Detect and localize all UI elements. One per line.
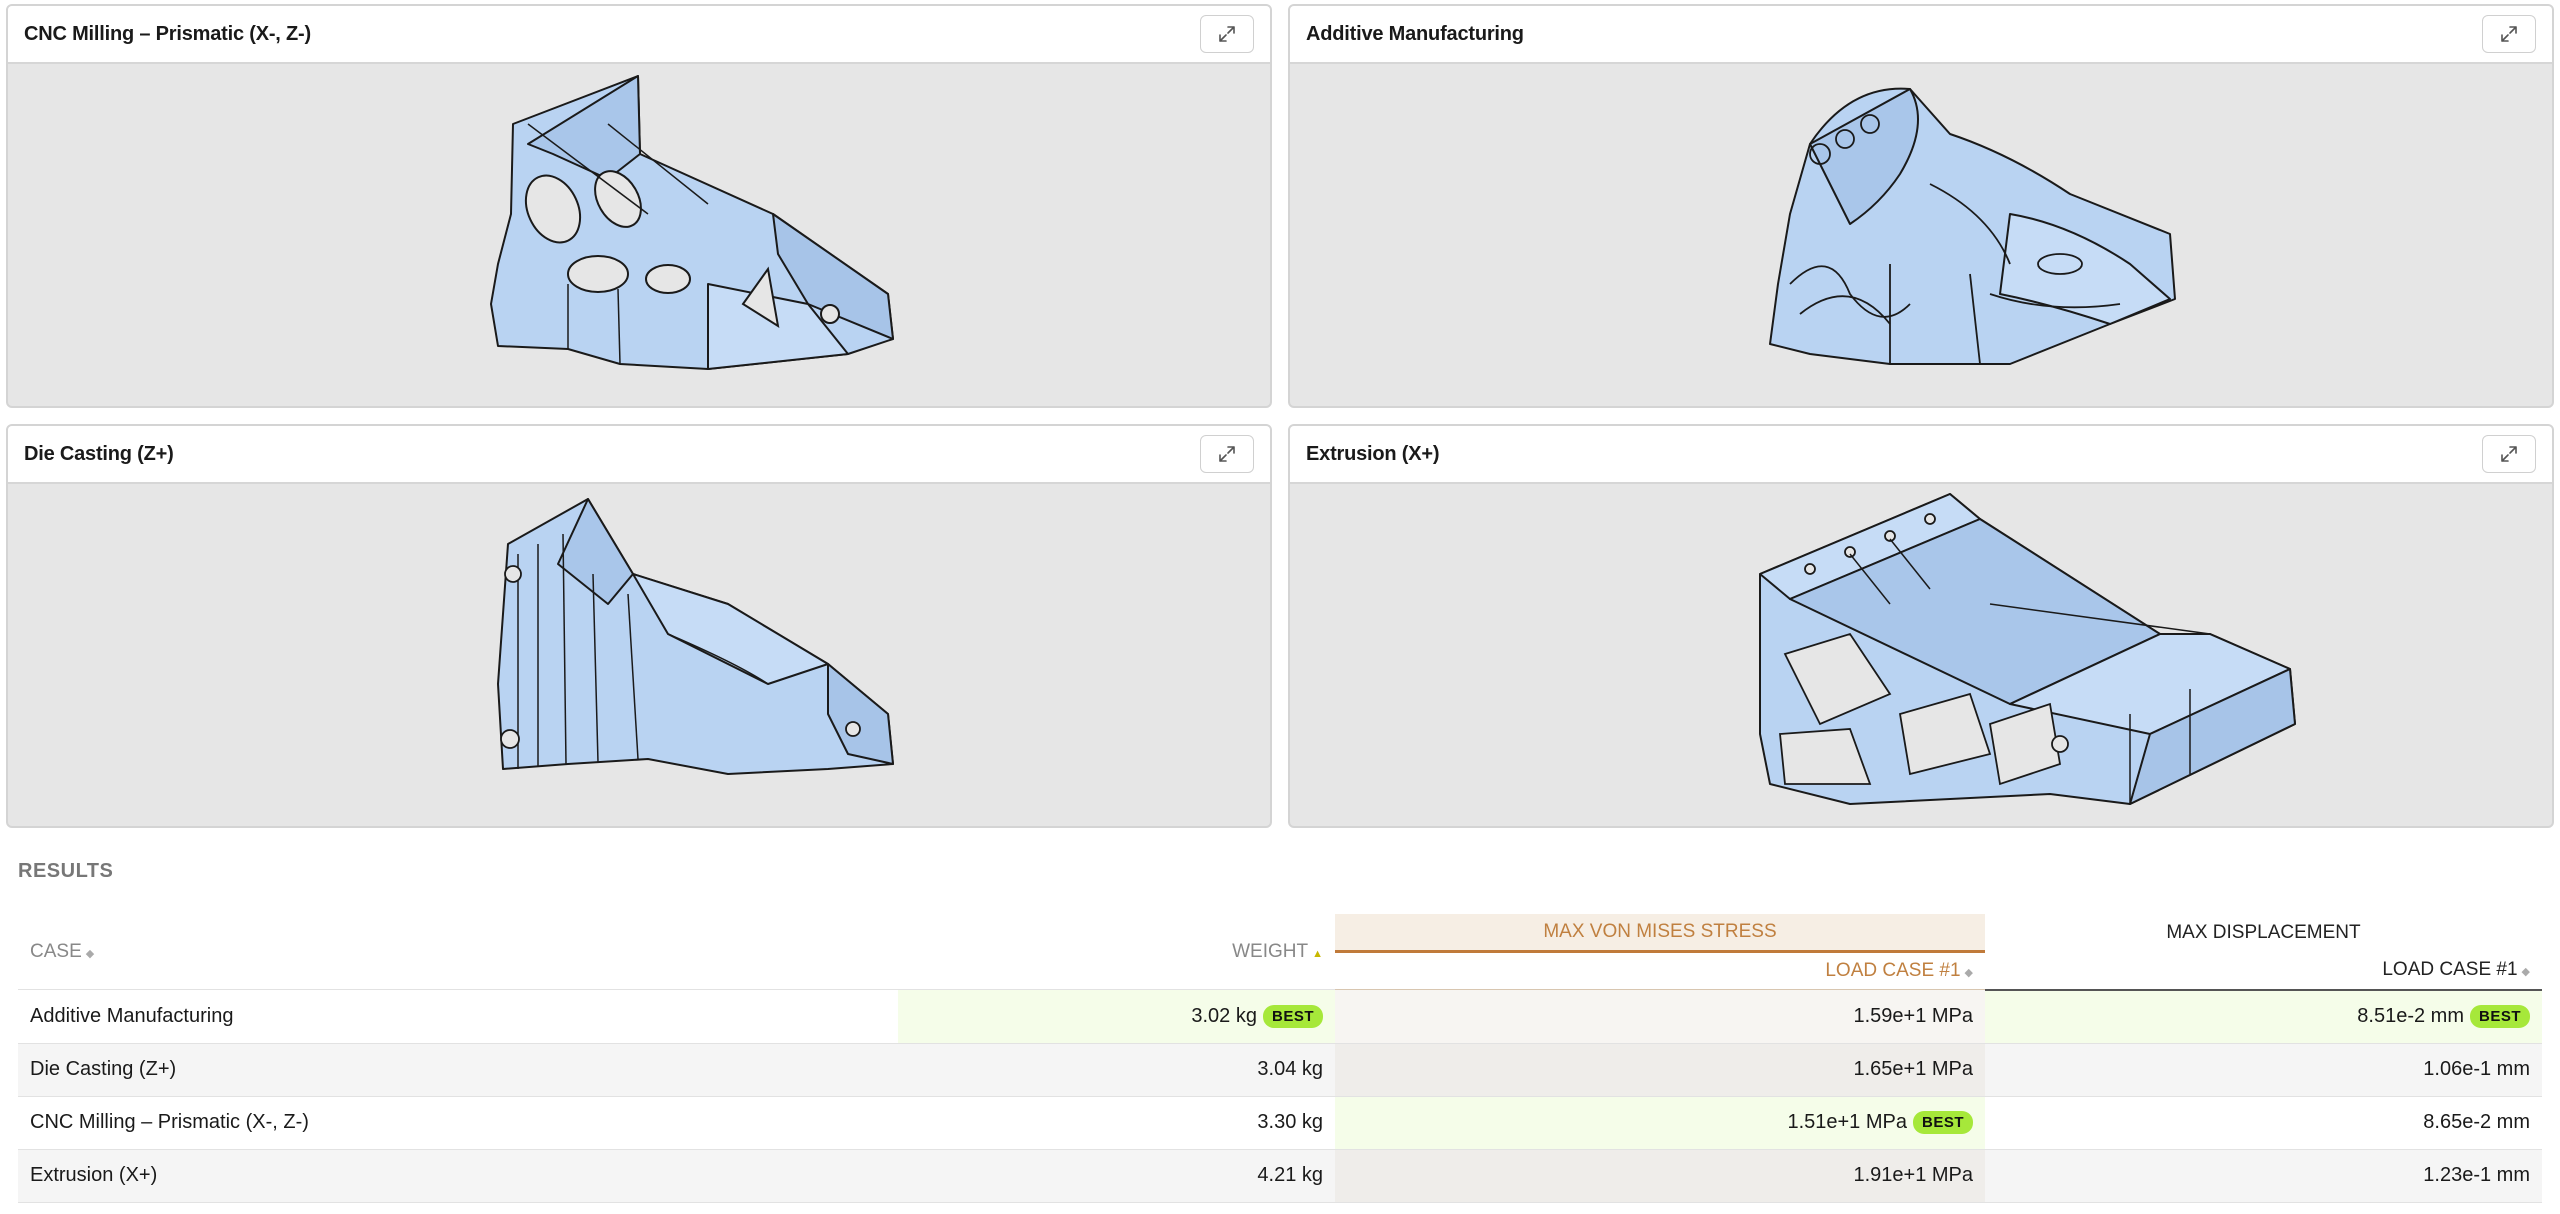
- 3d-viewport[interactable]: [8, 484, 1270, 826]
- cell-stress: 1.91e+1 MPa: [1335, 1148, 1985, 1203]
- expand-icon: [2499, 24, 2519, 44]
- 3d-viewport[interactable]: [1290, 484, 2552, 826]
- cell-displacement: 1.06e-1 mm: [1985, 1042, 2542, 1096]
- part-model-additive: [1769, 87, 2176, 365]
- column-header-label: LOAD CASE #1: [1825, 960, 1961, 981]
- cell-value: 1.65e+1 MPa: [1853, 1058, 1973, 1080]
- panel-header: Extrusion (X+): [1290, 426, 2552, 484]
- panel-header: Additive Manufacturing: [1290, 6, 2552, 64]
- column-header-label: CASE: [30, 940, 82, 962]
- results-section: RESULTS CASE ◆ WEIGHT ▲ MAX VON MISES STRE…: [18, 860, 2542, 1203]
- viewer-panel-extrusion: Extrusion (X+): [1288, 424, 2554, 828]
- cell-weight: 4.21 kg: [898, 1148, 1335, 1203]
- panel-title: Additive Manufacturing: [1306, 22, 1524, 45]
- best-badge: BEST: [2469, 1005, 2530, 1028]
- column-header-label: LOAD CASE #1: [2382, 959, 2518, 980]
- best-badge: BEST: [1912, 1111, 1973, 1134]
- panel-header: Die Casting (Z+): [8, 426, 1270, 484]
- cell-case: Additive Manufacturing: [18, 989, 898, 1043]
- expand-icon: [2499, 444, 2519, 464]
- cell-value: 8.51e-2 mm: [2357, 1005, 2464, 1027]
- column-header-label: WEIGHT: [1232, 940, 1309, 962]
- sort-icon: ◆: [1964, 967, 1973, 979]
- column-header-displacement-load-case[interactable]: LOAD CASE #1 ◆: [1985, 951, 2542, 991]
- expand-button[interactable]: [2482, 15, 2536, 53]
- panel-title: Die Casting (Z+): [24, 442, 174, 465]
- expand-icon: [1217, 444, 1237, 464]
- sort-ascending-icon: ▲: [1312, 947, 1323, 960]
- cell-stress: 1.59e+1 MPa: [1335, 989, 1985, 1043]
- part-model-cnc: [490, 75, 894, 370]
- cell-value: 3.04 kg: [1257, 1058, 1323, 1080]
- cell-weight: 3.02 kg BEST: [898, 989, 1335, 1043]
- cell-value: 3.02 kg: [1191, 1004, 1257, 1027]
- cell-displacement: 8.51e-2 mm BEST: [1985, 989, 2542, 1043]
- cell-displacement: 8.65e-2 mm: [1985, 1095, 2542, 1149]
- panel-header: CNC Milling – Prismatic (X-, Z-): [8, 6, 1270, 64]
- cell-value: 4.21 kg: [1257, 1164, 1323, 1186]
- cell-value: 3.30 kg: [1257, 1111, 1323, 1133]
- results-title: RESULTS: [18, 860, 114, 882]
- cell-weight: 3.04 kg: [898, 1042, 1335, 1096]
- table-row[interactable]: CNC Milling – Prismatic (X-, Z-) 3.30 kg…: [18, 1095, 2542, 1149]
- cell-case: CNC Milling – Prismatic (X-, Z-): [18, 1095, 898, 1149]
- cell-weight: 3.30 kg: [898, 1095, 1335, 1149]
- 3d-viewport[interactable]: [1290, 64, 2552, 406]
- cell-case: Die Casting (Z+): [18, 1042, 898, 1096]
- cell-value: 1.51e+1 MPa: [1787, 1111, 1907, 1133]
- cell-stress: 1.65e+1 MPa: [1335, 1042, 1985, 1096]
- viewer-panel-additive: Additive Manufacturing: [1288, 4, 2554, 408]
- expand-icon: [1217, 24, 1237, 44]
- cell-stress: 1.51e+1 MPa BEST: [1335, 1095, 1985, 1149]
- cell-value: 1.06e-1 mm: [2423, 1058, 2530, 1080]
- part-model-die-casting: [497, 498, 894, 775]
- expand-button[interactable]: [1200, 15, 1254, 53]
- panel-title: Extrusion (X+): [1306, 442, 1440, 465]
- column-group-displacement: MAX DISPLACEMENT: [1985, 914, 2542, 952]
- column-header-stress-load-case[interactable]: LOAD CASE #1 ◆: [1335, 951, 1985, 990]
- panel-title: CNC Milling – Prismatic (X-, Z-): [24, 22, 311, 45]
- cell-value: 1.91e+1 MPa: [1853, 1164, 1973, 1186]
- expand-button[interactable]: [2482, 435, 2536, 473]
- table-row[interactable]: Additive Manufacturing 3.02 kg BEST 1.59e…: [18, 989, 2542, 1043]
- column-group-label: MAX DISPLACEMENT: [2166, 921, 2361, 943]
- viewer-panel-cnc-milling: CNC Milling – Prismatic (X-, Z-): [6, 4, 1272, 408]
- part-model-extrusion: [1759, 493, 2296, 805]
- column-group-label: MAX VON MISES STRESS: [1543, 921, 1777, 942]
- sort-icon: ◆: [2521, 966, 2530, 978]
- table-row[interactable]: Extrusion (X+) 4.21 kg 1.91e+1 MPa 1.23e…: [18, 1148, 2542, 1203]
- cell-value: 1.23e-1 mm: [2423, 1164, 2530, 1186]
- viewer-panel-die-casting: Die Casting (Z+): [6, 424, 1272, 828]
- column-group-stress: MAX VON MISES STRESS: [1335, 914, 1985, 953]
- sort-icon: ◆: [85, 947, 95, 960]
- cell-case: Extrusion (X+): [18, 1148, 898, 1203]
- best-badge: BEST: [1262, 1004, 1323, 1028]
- viewer-grid: CNC Milling – Prismatic (X-, Z-) Additiv…: [6, 4, 2554, 828]
- column-header-case[interactable]: CASE ◆: [18, 914, 898, 990]
- 3d-viewport[interactable]: [8, 64, 1270, 406]
- cell-value: 8.65e-2 mm: [2423, 1111, 2530, 1133]
- cell-displacement: 1.23e-1 mm: [1985, 1148, 2542, 1203]
- table-row[interactable]: Die Casting (Z+) 3.04 kg 1.65e+1 MPa 1.0…: [18, 1042, 2542, 1096]
- results-table: CASE ◆ WEIGHT ▲ MAX VON MISES STRESS MAX D…: [18, 914, 2542, 1203]
- expand-button[interactable]: [1200, 435, 1254, 473]
- column-header-weight[interactable]: WEIGHT ▲: [898, 914, 1335, 990]
- cell-value: 1.59e+1 MPa: [1853, 1004, 1973, 1027]
